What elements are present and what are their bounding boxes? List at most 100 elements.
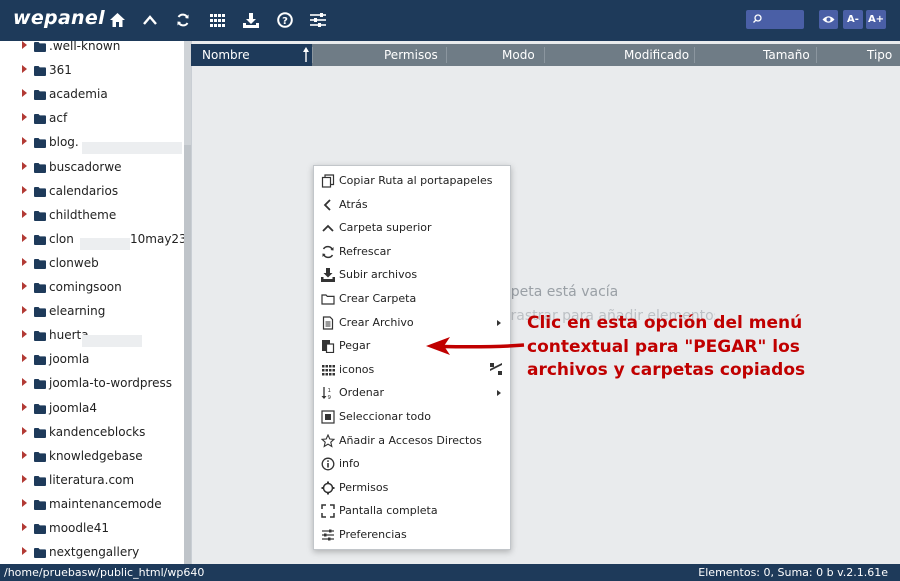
context-menu-item[interactable]: Crear Carpeta [314, 287, 510, 310]
tree-item-label: clon [49, 231, 74, 246]
context-menu-item[interactable]: Copiar Ruta al portapapeles [314, 169, 510, 192]
refresh-icon[interactable] [172, 10, 194, 30]
settings-icon[interactable] [307, 10, 329, 30]
expand-arrow-icon[interactable] [22, 450, 27, 459]
column-name[interactable]: Nombre [191, 44, 312, 66]
expand-arrow-icon[interactable] [22, 233, 27, 242]
tree-item[interactable]: maintenancemode [0, 494, 184, 516]
expand-arrow-icon[interactable] [22, 41, 27, 49]
search-input[interactable] [746, 10, 804, 29]
svg-text:1: 1 [328, 388, 332, 394]
column-tamano[interactable]: Tamaño [763, 48, 810, 62]
refresh-icon [321, 244, 335, 258]
tree-item-label-suffix: 10may23 [130, 231, 187, 246]
sort-icon: 19 [321, 385, 335, 401]
expand-arrow-icon[interactable] [22, 185, 27, 194]
expand-arrow-icon[interactable] [22, 402, 27, 411]
tree-item[interactable]: 361 [0, 60, 184, 82]
column-separator [312, 47, 313, 63]
context-menu-item[interactable]: Crear Archivo [314, 311, 510, 334]
tree-item[interactable]: joomla-to-wordpress [0, 373, 184, 395]
preview-button[interactable] [819, 10, 838, 29]
column-modificado[interactable]: Modificado [624, 48, 689, 62]
column-name-label: Nombre [202, 48, 250, 62]
tree-item[interactable]: acf [0, 108, 184, 130]
sort-asc-icon[interactable] [303, 47, 309, 62]
tree-item[interactable]: academia [0, 84, 184, 106]
tree-item-label: knowledgebase [49, 448, 143, 463]
expand-arrow-icon[interactable] [22, 89, 27, 98]
tree-item[interactable]: comingsoon [0, 277, 184, 299]
font-decrease-button[interactable]: A- [843, 10, 863, 29]
folder-icon [34, 282, 46, 296]
tree-item[interactable]: nextgengallery [0, 542, 184, 564]
upload-icon[interactable] [240, 10, 262, 30]
context-menu-item-label: info [339, 457, 360, 471]
column-permisos[interactable]: Permisos [384, 48, 438, 62]
home-icon[interactable] [106, 10, 128, 30]
context-menu-item[interactable]: Refrescar [314, 240, 510, 263]
expand-arrow-icon[interactable] [22, 257, 27, 266]
up-arrow-icon[interactable] [139, 10, 161, 30]
context-menu-item[interactable]: Preferencias [314, 523, 510, 546]
expand-arrow-icon[interactable] [22, 209, 27, 218]
expand-arrow-icon[interactable] [22, 282, 27, 290]
folder-icon [34, 306, 46, 320]
folder-icon [34, 41, 46, 55]
folder-icon [321, 291, 335, 305]
context-menu-item[interactable]: Subir archivos [314, 263, 510, 286]
tree-item[interactable]: moodle41 [0, 518, 184, 540]
tree-item-label: nextgengallery [49, 545, 140, 560]
tree-item[interactable]: clonweb [0, 253, 184, 275]
expand-arrow-icon[interactable] [22, 378, 27, 387]
expand-arrow-icon[interactable] [22, 354, 27, 363]
tree-item[interactable]: joomla [0, 349, 184, 371]
help-icon[interactable]: ? [274, 10, 296, 30]
tree-item[interactable]: literatura.com [0, 470, 184, 492]
folder-icon [34, 186, 46, 200]
context-menu-item[interactable]: Permisos [314, 476, 510, 499]
column-tipo[interactable]: Tipo [867, 48, 892, 62]
expand-arrow-icon[interactable] [22, 161, 27, 170]
expand-arrow-icon[interactable] [22, 137, 27, 146]
expand-arrow-icon[interactable] [22, 330, 27, 339]
expand-arrow-icon[interactable] [22, 426, 27, 435]
tree-item[interactable]: calendarios [0, 181, 184, 203]
column-modo[interactable]: Modo [502, 48, 535, 62]
context-menu-item-label: Subir archivos [339, 268, 418, 282]
folder-icon [34, 89, 46, 103]
context-menu-item[interactable]: Carpeta superior [314, 216, 510, 239]
tree-item[interactable]: kandenceblocks [0, 422, 184, 444]
folder-icon [34, 113, 46, 127]
expand-arrow-icon[interactable] [22, 306, 27, 315]
grid-icon[interactable] [206, 10, 228, 30]
context-menu-item-label: Copiar Ruta al portapapeles [339, 174, 493, 187]
tree-item[interactable]: childtheme [0, 205, 184, 227]
context-menu-item[interactable]: Pantalla completa [314, 499, 510, 522]
tree-item-label: 361 [49, 63, 72, 78]
context-menu-item-label: Crear Archivo [339, 315, 414, 329]
tree-item[interactable]: knowledgebase [0, 446, 184, 468]
annotation-line: archivos y carpetas copiados [527, 360, 806, 380]
context-menu-item[interactable]: info [314, 452, 510, 475]
expand-arrow-icon[interactable] [22, 498, 27, 507]
tree-item[interactable]: elearning [0, 301, 184, 323]
tree-item[interactable]: .well-known [0, 41, 184, 58]
search-box[interactable] [746, 10, 804, 29]
tree-item[interactable]: buscadorwe [0, 157, 184, 179]
context-menu-item[interactable]: Atrás [314, 193, 510, 216]
context-menu-item[interactable]: iconos [314, 358, 510, 381]
expand-arrow-icon[interactable] [22, 523, 27, 531]
font-increase-button[interactable]: A+ [866, 10, 886, 29]
context-menu-item[interactable]: Añadir a Accesos Directos [314, 429, 510, 452]
file-icon [321, 315, 335, 330]
expand-arrow-icon[interactable] [22, 65, 27, 74]
tree-item[interactable]: joomla4 [0, 398, 184, 420]
expand-arrow-icon[interactable] [22, 547, 27, 556]
toggle-view-icon[interactable] [490, 362, 502, 375]
expand-arrow-icon[interactable] [22, 113, 27, 122]
expand-arrow-icon[interactable] [22, 474, 27, 483]
context-menu-item[interactable]: 1 9 Ordenar [314, 381, 510, 404]
sidebar-scrollbar-thumb[interactable] [184, 145, 191, 565]
context-menu-item[interactable]: Seleccionar todo [314, 405, 510, 428]
